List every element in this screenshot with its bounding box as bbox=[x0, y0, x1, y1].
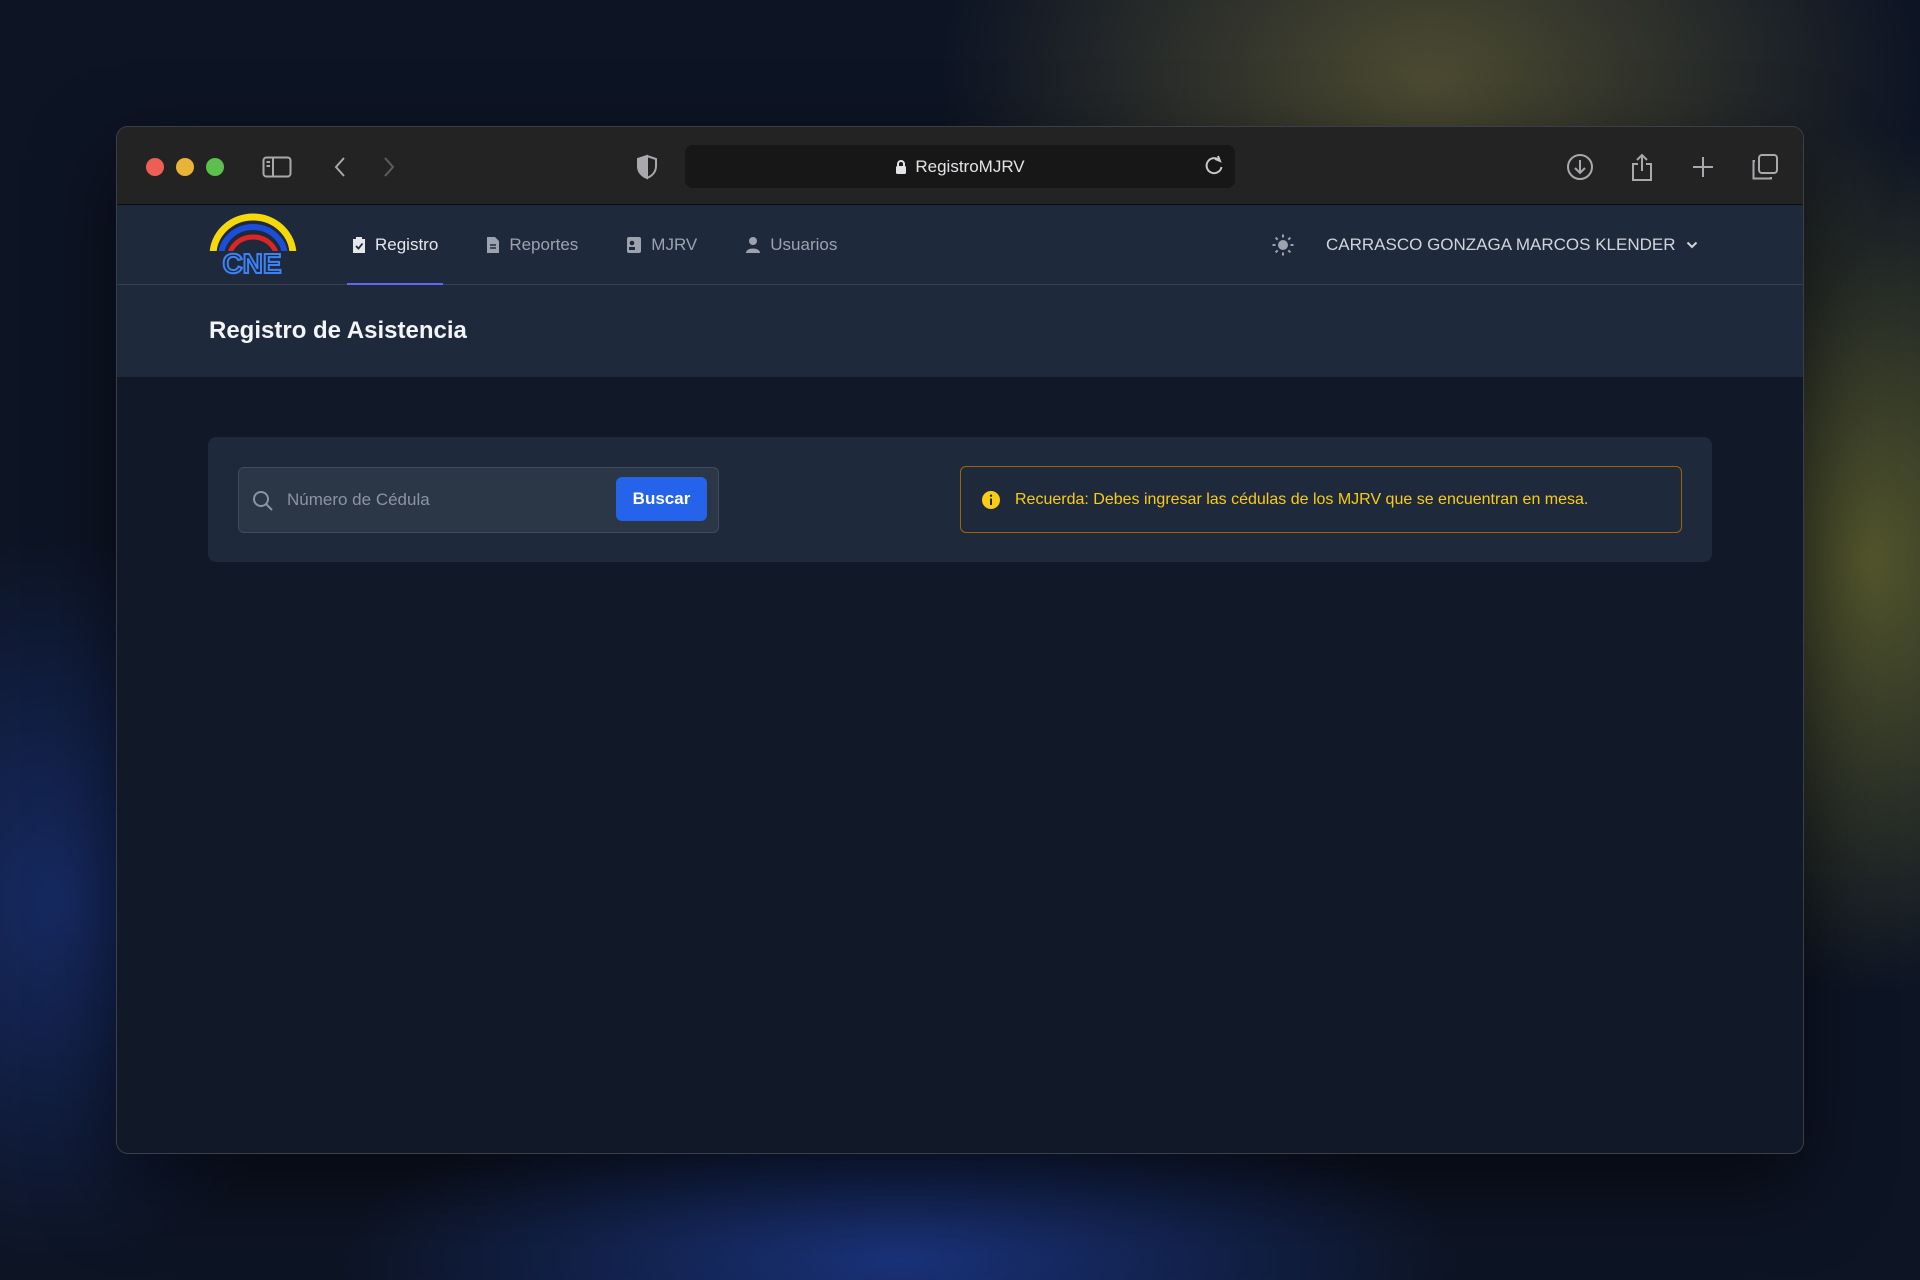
tab-mjrv[interactable]: MJRV bbox=[621, 205, 702, 285]
download-icon[interactable] bbox=[1564, 151, 1596, 183]
tab-mjrv-label: MJRV bbox=[651, 235, 698, 254]
share-icon[interactable] bbox=[1626, 151, 1658, 183]
search-box: Buscar bbox=[238, 467, 719, 533]
tab-reportes-label: Reportes bbox=[509, 235, 579, 254]
page-header: Registro de Asistencia bbox=[117, 285, 1803, 377]
forward-icon[interactable] bbox=[373, 151, 405, 183]
browser-toolbar: RegistroMJRV bbox=[117, 127, 1803, 205]
search-card: Buscar Recuerda: Debes ingresar las cédu… bbox=[208, 437, 1712, 562]
reminder-alert: Recuerda: Debes ingresar las cédulas de … bbox=[960, 466, 1682, 533]
browser-window: RegistroMJRV CNE Registro Reportes MJRV … bbox=[116, 126, 1804, 1154]
info-icon bbox=[982, 490, 1000, 509]
page-title: Registro de Asistencia bbox=[209, 317, 467, 344]
alert-message: Recuerda: Debes ingresar las cédulas de … bbox=[1015, 490, 1589, 508]
document-icon bbox=[487, 237, 500, 253]
address-bar[interactable]: RegistroMJRV bbox=[685, 145, 1235, 188]
chevron-down-icon bbox=[1686, 241, 1697, 249]
minimize-window-button[interactable] bbox=[176, 158, 194, 176]
close-window-button[interactable] bbox=[146, 158, 164, 176]
main-nav: Registro Reportes MJRV Usuarios bbox=[347, 205, 880, 285]
cedula-search-input[interactable] bbox=[287, 478, 587, 522]
id-card-icon bbox=[627, 237, 642, 253]
sun-icon[interactable] bbox=[1271, 233, 1295, 257]
buscar-button[interactable]: Buscar bbox=[616, 477, 707, 521]
tab-registro-label: Registro bbox=[375, 235, 439, 254]
search-icon bbox=[252, 490, 274, 512]
tab-usuarios[interactable]: Usuarios bbox=[740, 205, 842, 285]
user-menu[interactable]: CARRASCO GONZAGA MARCOS KLENDER bbox=[1326, 205, 1698, 285]
logo-text: CNE bbox=[222, 248, 281, 277]
user-name: CARRASCO GONZAGA MARCOS KLENDER bbox=[1326, 235, 1676, 254]
back-icon[interactable] bbox=[324, 151, 356, 183]
sidebar-toggle-icon[interactable] bbox=[261, 151, 293, 183]
reload-icon[interactable] bbox=[1203, 155, 1225, 177]
tab-overview-icon[interactable] bbox=[1749, 151, 1781, 183]
url-text: RegistroMJRV bbox=[915, 156, 1025, 176]
lock-icon bbox=[895, 159, 907, 175]
tab-reportes[interactable]: Reportes bbox=[481, 205, 583, 285]
tab-usuarios-label: Usuarios bbox=[770, 235, 838, 254]
main-content: Buscar Recuerda: Debes ingresar las cédu… bbox=[117, 377, 1803, 562]
privacy-shield-icon[interactable] bbox=[631, 151, 663, 183]
tab-registro[interactable]: Registro bbox=[347, 205, 444, 285]
user-icon bbox=[746, 237, 761, 253]
cne-logo[interactable]: CNE bbox=[207, 211, 299, 277]
new-tab-icon[interactable] bbox=[1687, 151, 1719, 183]
app-navbar: CNE Registro Reportes MJRV Usuarios CARR… bbox=[117, 205, 1803, 285]
clipboard-check-icon bbox=[353, 237, 365, 253]
maximize-window-button[interactable] bbox=[206, 158, 224, 176]
